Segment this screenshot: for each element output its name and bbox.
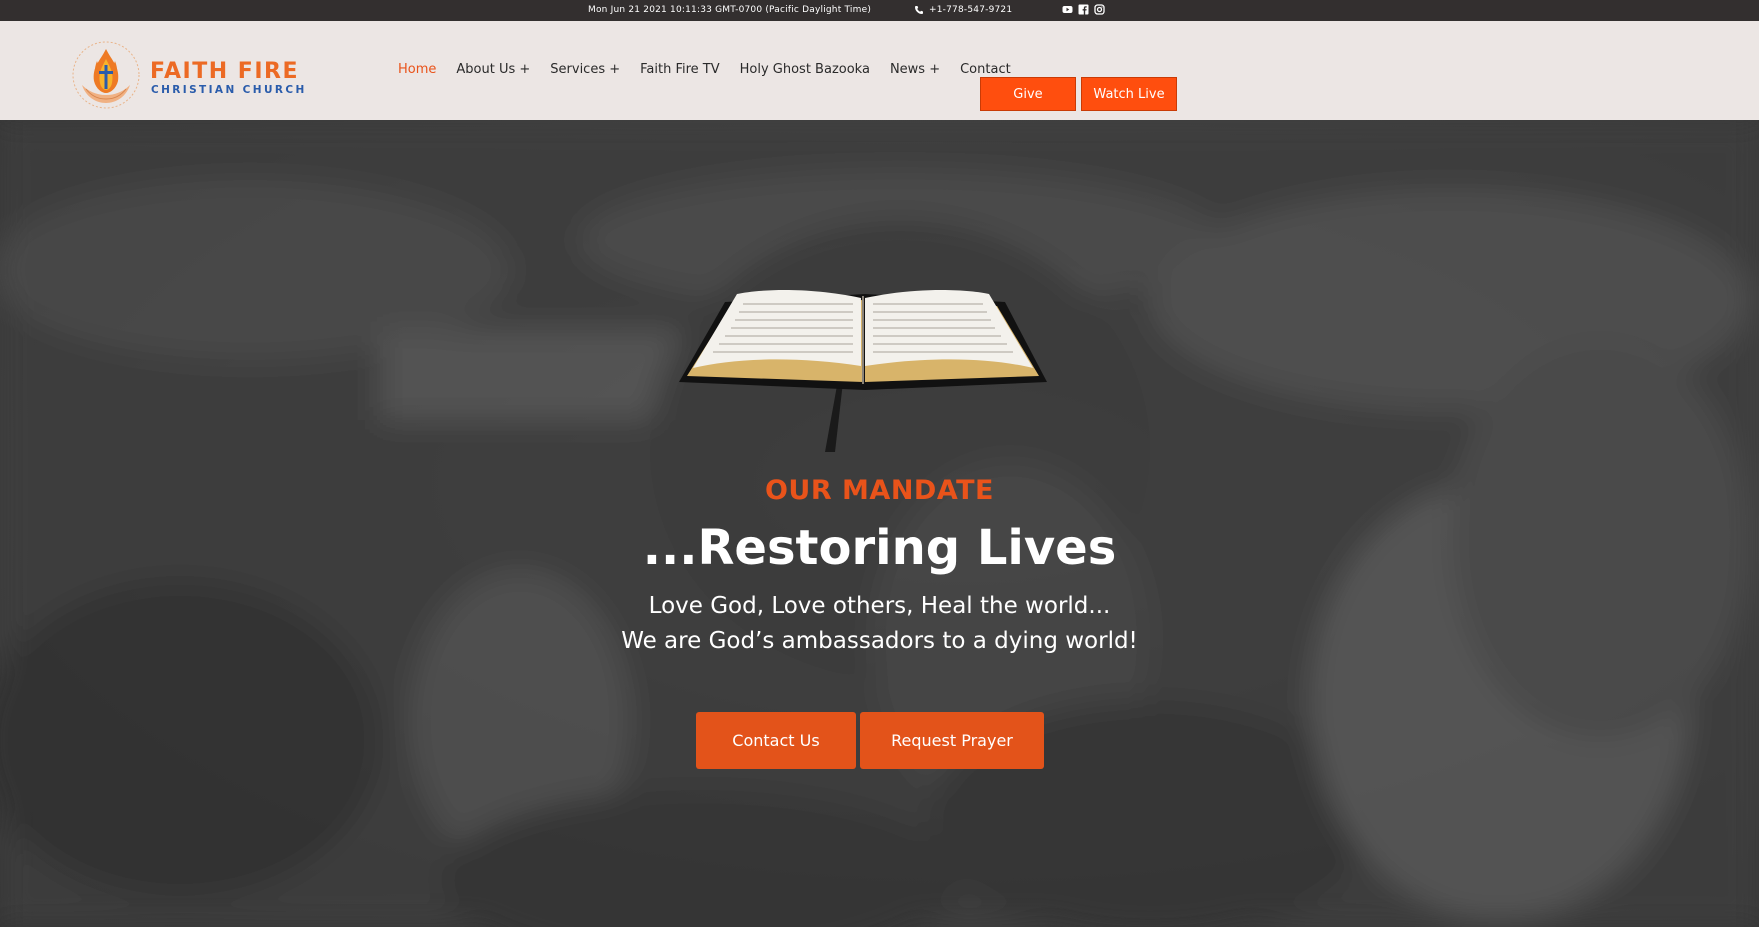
request-prayer-button[interactable]: Request Prayer xyxy=(860,712,1044,769)
church-logo[interactable]: FAITH FIRE CHRISTIAN CHURCH xyxy=(64,39,304,111)
hero-section: OUR MANDATE ...Restoring Lives Love God,… xyxy=(0,120,1759,927)
open-bible-image xyxy=(679,290,1047,452)
logo-subtitle: CHRISTIAN CHURCH xyxy=(151,84,307,96)
social-links xyxy=(1062,4,1105,15)
facebook-icon[interactable] xyxy=(1078,4,1089,15)
contact-us-button[interactable]: Contact Us xyxy=(696,712,856,769)
hero-tagline-1: Love God, Love others, Heal the world... xyxy=(648,593,1111,619)
site-header: FAITH FIRE CHRISTIAN CHURCH Home About U… xyxy=(0,21,1759,120)
phone-contact[interactable]: +1-778-547-9721 xyxy=(914,5,1012,15)
hero-eyebrow: OUR MANDATE xyxy=(764,475,994,506)
nav-item-contact[interactable]: Contact xyxy=(960,62,1011,77)
nav-item-news[interactable]: News + xyxy=(890,62,940,77)
flame-hands-logo-icon xyxy=(72,41,140,109)
youtube-icon[interactable] xyxy=(1062,4,1073,15)
current-datetime: Mon Jun 21 2021 10:11:33 GMT-0700 (Pacif… xyxy=(588,5,872,15)
hero-tagline-2: We are God’s ambassadors to a dying worl… xyxy=(621,628,1138,654)
watch-live-button[interactable]: Watch Live xyxy=(1081,77,1177,111)
nav-item-faith-fire-tv[interactable]: Faith Fire TV xyxy=(640,62,720,77)
nav-item-home[interactable]: Home xyxy=(398,62,436,77)
hero-title: ...Restoring Lives xyxy=(642,520,1117,576)
phone-icon xyxy=(915,6,923,14)
phone-number: +1-778-547-9721 xyxy=(929,5,1013,15)
top-bar: Mon Jun 21 2021 10:11:33 GMT-0700 (Pacif… xyxy=(0,0,1759,21)
nav-item-holy-ghost-bazooka[interactable]: Holy Ghost Bazooka xyxy=(740,62,870,77)
give-button[interactable]: Give xyxy=(980,77,1076,111)
logo-title: FAITH FIRE xyxy=(150,59,299,84)
nav-item-services[interactable]: Services + xyxy=(550,62,620,77)
main-navigation: Home About Us + Services + Faith Fire TV… xyxy=(398,62,1031,77)
instagram-icon[interactable] xyxy=(1094,4,1105,15)
nav-item-about-us[interactable]: About Us + xyxy=(456,62,530,77)
